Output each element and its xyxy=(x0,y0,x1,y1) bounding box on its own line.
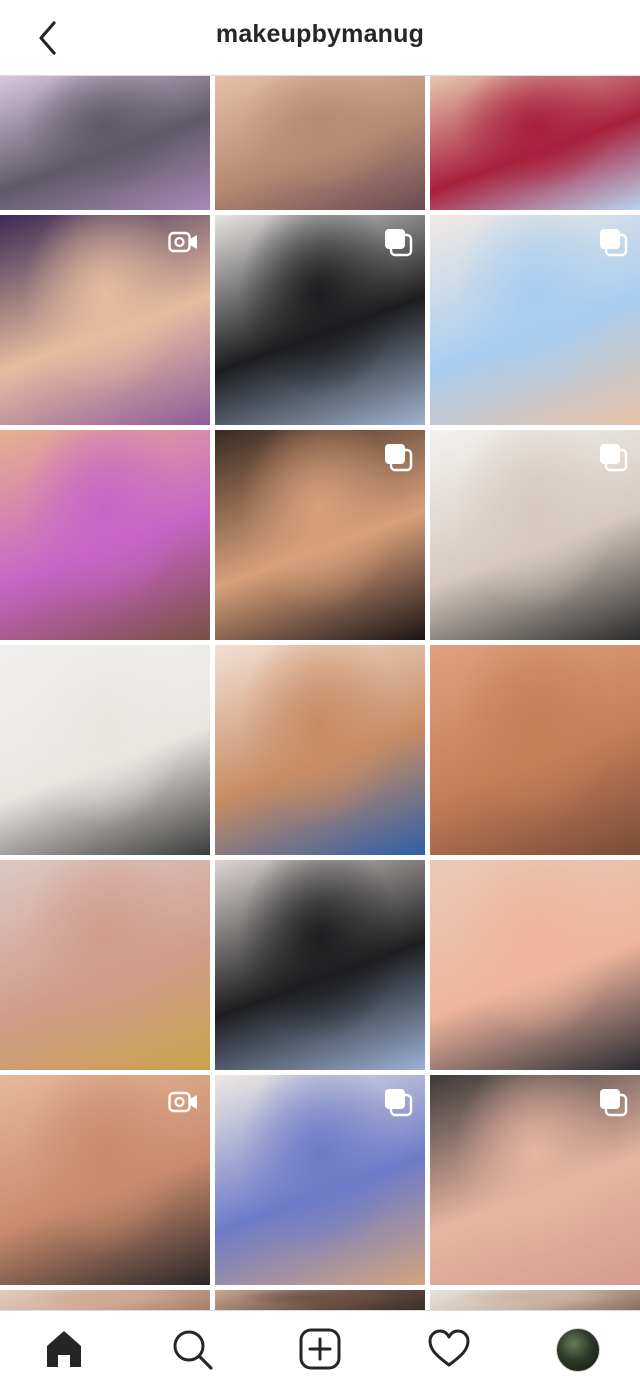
post-tile-17[interactable] xyxy=(215,1075,425,1285)
create-tab[interactable] xyxy=(298,1327,342,1371)
search-tab[interactable] xyxy=(170,1327,214,1371)
carousel-indicator-icon xyxy=(598,1087,628,1117)
post-tile-18[interactable] xyxy=(430,1075,640,1285)
profile-username-title: makeupbymanug xyxy=(215,20,425,48)
post-tile-4[interactable] xyxy=(0,215,210,425)
carousel-indicator-icon xyxy=(598,442,628,472)
post-tile-7[interactable] xyxy=(0,430,210,640)
post-tile-3[interactable] xyxy=(430,76,640,210)
search-icon xyxy=(173,1330,213,1370)
bottom-tab-bar xyxy=(0,1310,640,1386)
profile-tab-avatar[interactable] xyxy=(556,1328,600,1372)
home-tab[interactable] xyxy=(42,1327,86,1371)
post-tile-13[interactable] xyxy=(0,860,210,1070)
post-tile-10[interactable] xyxy=(0,645,210,855)
add-post-icon xyxy=(299,1328,341,1370)
post-tile-12[interactable] xyxy=(430,645,640,855)
carousel-indicator-icon xyxy=(383,1087,413,1117)
post-tile-21[interactable] xyxy=(430,1290,640,1310)
post-tile-16[interactable] xyxy=(0,1075,210,1285)
post-tile-20[interactable] xyxy=(215,1290,425,1310)
carousel-indicator-icon xyxy=(383,442,413,472)
post-tile-14[interactable] xyxy=(215,860,425,1070)
post-tile-11[interactable] xyxy=(215,645,425,855)
post-tile-8[interactable] xyxy=(215,430,425,640)
carousel-indicator-icon xyxy=(598,227,628,257)
video-indicator-icon xyxy=(168,227,198,257)
post-tile-1[interactable] xyxy=(0,76,210,210)
carousel-indicator-icon xyxy=(383,227,413,257)
post-tile-5[interactable] xyxy=(215,215,425,425)
post-tile-15[interactable] xyxy=(430,860,640,1070)
post-tile-9[interactable] xyxy=(430,430,640,640)
video-indicator-icon xyxy=(168,1087,198,1117)
home-icon xyxy=(47,1331,81,1367)
top-bar: makeupbymanug xyxy=(0,0,640,76)
post-tile-6[interactable] xyxy=(430,215,640,425)
posts-grid xyxy=(0,76,640,1310)
post-tile-2[interactable] xyxy=(215,76,425,210)
heart-icon xyxy=(428,1329,470,1367)
post-tile-19[interactable] xyxy=(0,1290,210,1310)
activity-tab[interactable] xyxy=(427,1327,471,1371)
